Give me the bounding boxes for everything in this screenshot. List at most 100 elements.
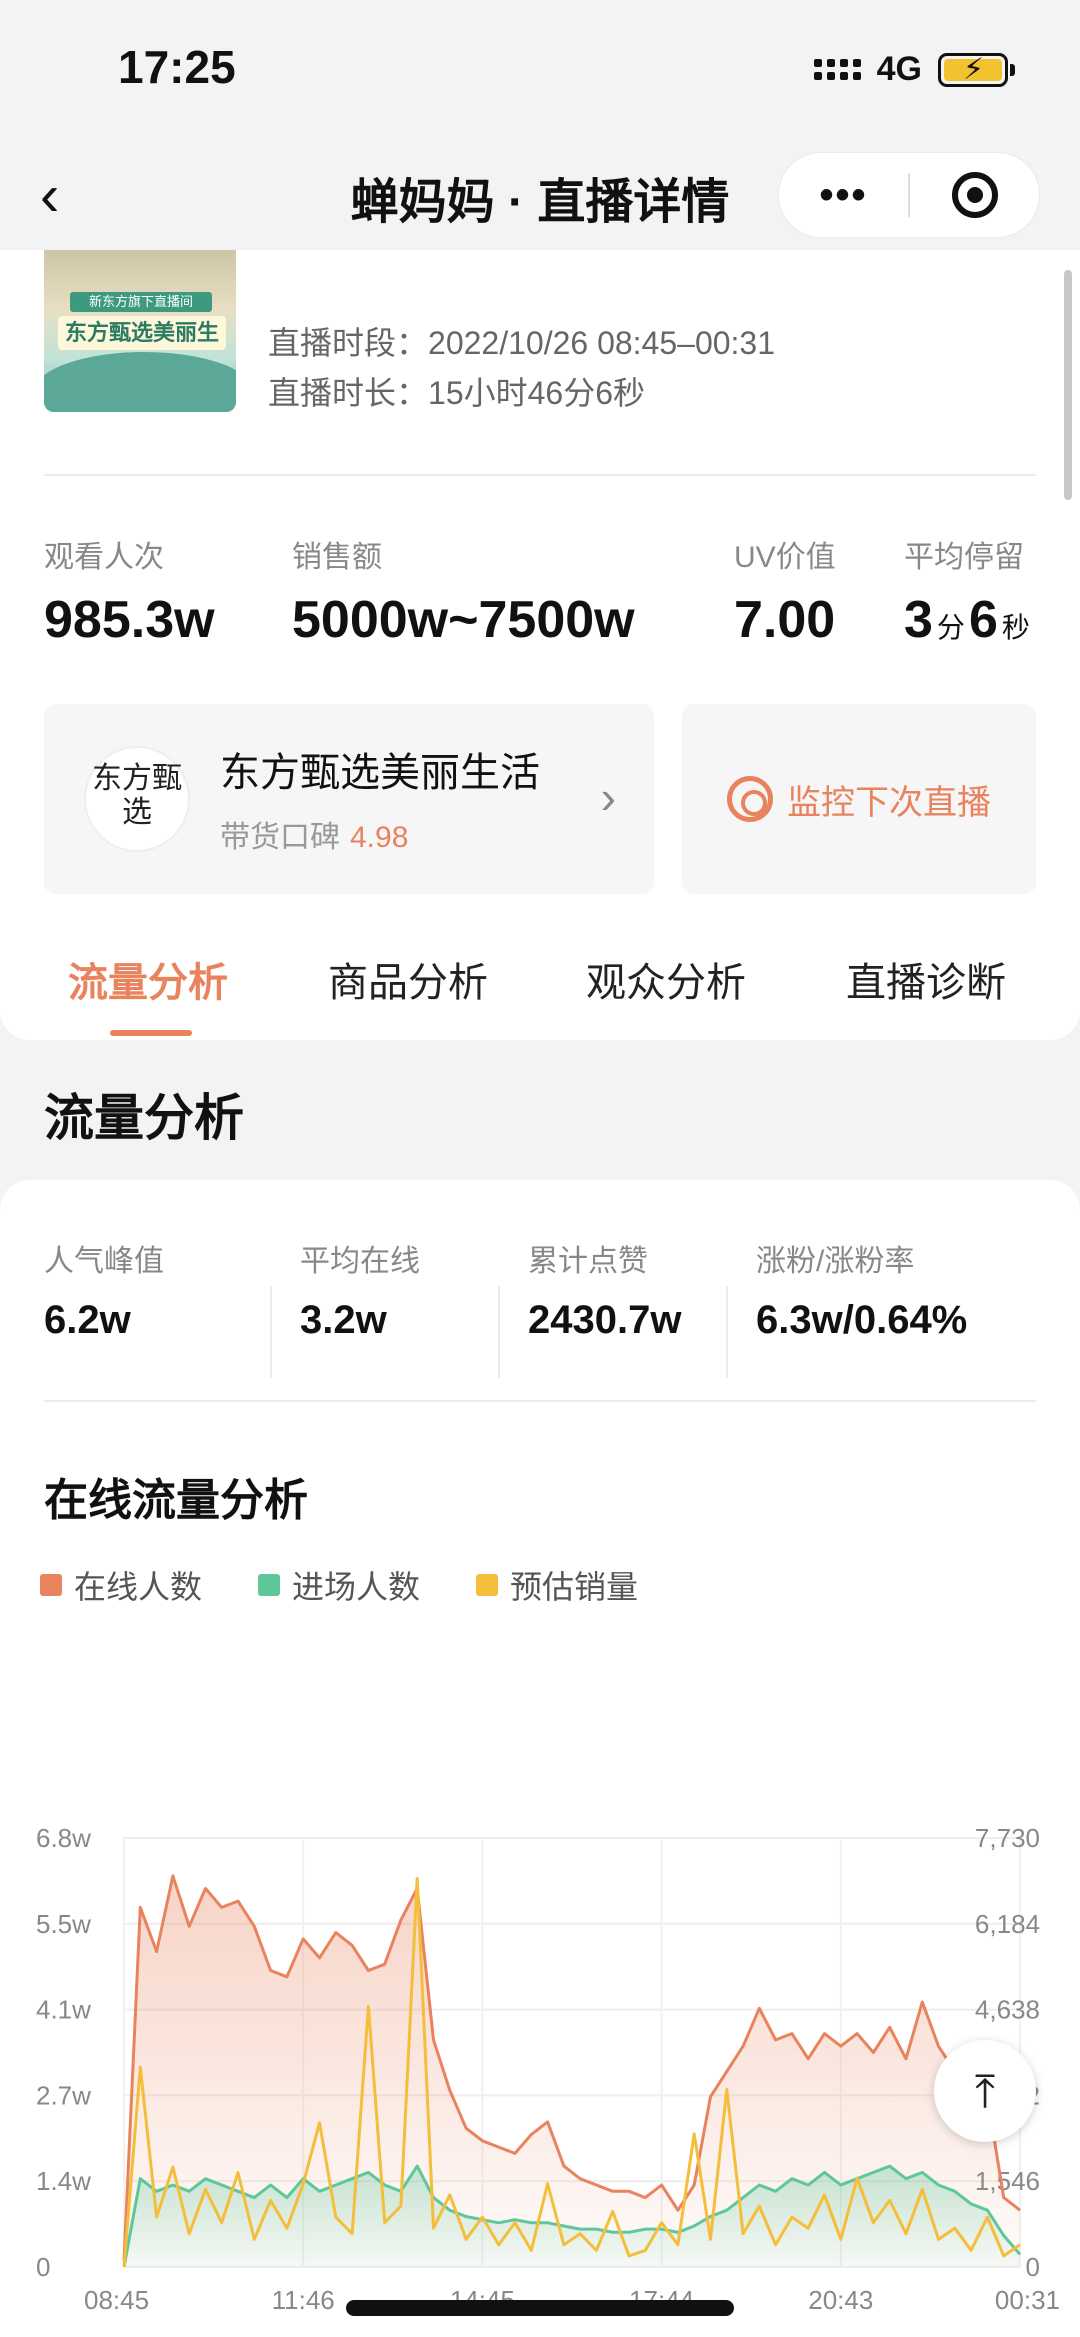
- traffic-kpis: 人气峰值 6.2w 平均在线 3.2w 累计点赞 2430.7w 涨粉/涨粉率 …: [0, 1236, 1080, 1378]
- y-tick-left: 5.5w: [36, 1909, 91, 1939]
- x-tick: 00:31: [995, 2285, 1060, 2315]
- kpi-value: 3.2w: [300, 1298, 387, 1342]
- kpi-likes: 累计点赞 2430.7w: [528, 1236, 681, 1346]
- shop-rating: 带货口碑 4.98: [220, 812, 408, 856]
- shop-card[interactable]: 东方甄选 东方甄选美丽生活 带货口碑 4.98 ›: [44, 704, 654, 894]
- tab-diagnosis[interactable]: 直播诊断: [846, 950, 1006, 1008]
- traffic-chart[interactable]: 01.4w2.7w4.1w5.5w6.8w 01,5463,0924,6386,…: [0, 1620, 1080, 2337]
- y-axis-left: 0 1.4w 2.7w 4.1w 5.5w 6.8w: [36, 1823, 91, 2282]
- legend-sales[interactable]: 预估销量: [476, 1562, 638, 1608]
- scrollbar[interactable]: [1064, 270, 1072, 500]
- more-options-icon[interactable]: •••: [779, 173, 908, 218]
- stat-label: 平均停留: [904, 541, 1024, 574]
- chevron-right-icon: ›: [600, 771, 616, 823]
- kpi-label: 人气峰值: [44, 1245, 164, 1278]
- stat-avg-stay: 平均停留 3 分6 秒: [904, 532, 1034, 650]
- stat-label: 观看人次: [44, 541, 164, 574]
- live-duration: 直播时长：15小时46分6秒: [268, 368, 645, 414]
- stat-value: 985.3w: [44, 591, 215, 649]
- shop-rating-label: 带货口碑: [220, 821, 340, 854]
- tab-audience[interactable]: 观众分析: [586, 950, 746, 1008]
- stat-views: 观看人次 985.3w: [44, 532, 215, 650]
- stat-value: 5000w~7500w: [292, 591, 635, 649]
- kpi-divider: [270, 1286, 272, 1378]
- x-tick: 11:46: [272, 2285, 335, 2315]
- kpi-peak: 人气峰值 6.2w: [44, 1236, 164, 1346]
- stat-uv: UV价值 7.00: [734, 532, 836, 650]
- live-stats: 观看人次 985.3w 销售额 5000w~7500w UV价值 7.00 平均…: [0, 532, 1080, 652]
- monitor-label: 监控下次直播: [787, 783, 991, 822]
- live-cover-image: 新东方旗下直播间 东方甄选美丽生活: [44, 250, 236, 412]
- legend-swatch: [40, 1574, 62, 1596]
- battery-icon: ⚡: [938, 52, 1015, 87]
- legend-label: 进场人数: [292, 1569, 421, 1605]
- x-tick: 20:43: [808, 2285, 873, 2315]
- y-tick-right: 7,730: [975, 1823, 1040, 1853]
- stat-value: 3 分6 秒: [904, 591, 1030, 649]
- cover-decoration: [44, 352, 236, 412]
- live-period-value: 2022/10/26 08:45–00:31: [428, 325, 776, 361]
- stat-value: 7.00: [734, 591, 836, 649]
- legend-label: 在线人数: [74, 1569, 203, 1605]
- close-miniprogram-button[interactable]: [910, 172, 1039, 218]
- y-tick-right: 0: [1026, 2252, 1040, 2282]
- stat-label: UV价值: [734, 541, 836, 574]
- status-indicators: 4G ⚡: [813, 50, 1015, 89]
- nav-bar: ‹ 蝉妈妈 · 直播详情 •••: [0, 140, 1080, 250]
- legend-online[interactable]: 在线人数: [40, 1562, 202, 1608]
- kpi-label: 平均在线: [300, 1245, 420, 1278]
- back-to-top-button[interactable]: ⤒: [934, 2040, 1036, 2142]
- home-indicator: [346, 2300, 734, 2316]
- network-type: 4G: [876, 50, 922, 88]
- target-icon: [727, 776, 773, 822]
- monitor-next-live-button[interactable]: 监控下次直播: [682, 704, 1036, 894]
- chart-plot: [122, 1874, 1022, 2268]
- legend-swatch: [258, 1574, 281, 1596]
- kpi-label: 涨粉/涨粉率: [756, 1245, 915, 1278]
- target-icon: [951, 172, 998, 218]
- cover-title: 东方甄选美丽生活: [58, 316, 226, 379]
- shop-logo: 东方甄选: [84, 746, 190, 852]
- signal-icon: [813, 59, 861, 80]
- cover-subtitle: 新东方旗下直播间: [70, 292, 212, 312]
- tab-products[interactable]: 商品分析: [328, 950, 488, 1008]
- shop-rating-value: 4.98: [350, 821, 409, 854]
- legend-swatch: [476, 1574, 499, 1596]
- live-duration-value: 15小时46分6秒: [428, 375, 646, 411]
- live-summary-card: 新东方旗下直播间 东方甄选美丽生活 直播时段：2022/10/26 08:45–…: [0, 250, 1080, 1040]
- traffic-card: 人气峰值 6.2w 平均在线 3.2w 累计点赞 2430.7w 涨粉/涨粉率 …: [0, 1180, 1080, 2337]
- status-time: 17:25: [118, 41, 236, 93]
- analysis-tabs: 流量分析 商品分析 观众分析 直播诊断: [0, 922, 1080, 1040]
- live-duration-label: 直播时长：: [268, 375, 429, 411]
- chart-legend: 在线人数 进场人数 预估销量: [40, 1562, 638, 1608]
- tab-traffic[interactable]: 流量分析: [68, 950, 228, 1008]
- chart-title: 在线流量分析: [44, 1476, 308, 1525]
- y-tick-right: 6,184: [975, 1909, 1040, 1939]
- active-tab-indicator: [110, 1030, 192, 1036]
- divider: [44, 1400, 1036, 1402]
- legend-label: 预估销量: [510, 1569, 639, 1605]
- divider: [44, 474, 1036, 476]
- kpi-divider: [726, 1286, 728, 1378]
- status-bar: 17:25 4G ⚡: [0, 0, 1080, 140]
- stat-label: 销售额: [292, 541, 382, 574]
- legend-entry[interactable]: 进场人数: [258, 1562, 420, 1608]
- y-tick-left: 0: [36, 2252, 50, 2282]
- arrow-up-to-line-icon: ⤒: [974, 2065, 996, 2117]
- live-period: 直播时段：2022/10/26 08:45–00:31: [268, 318, 775, 364]
- kpi-label: 累计点赞: [528, 1245, 648, 1278]
- kpi-divider: [498, 1286, 500, 1378]
- y-tick-right: 4,638: [975, 1995, 1040, 2025]
- stat-sales: 销售额 5000w~7500w: [292, 532, 635, 650]
- x-tick: 08:45: [84, 2285, 149, 2315]
- shop-name: 东方甄选美丽生活: [220, 751, 540, 795]
- live-period-label: 直播时段：: [268, 325, 429, 361]
- kpi-avg-online: 平均在线 3.2w: [300, 1236, 420, 1346]
- miniprogram-capsule: •••: [778, 152, 1040, 238]
- y-tick-left: 1.4w: [36, 2166, 91, 2196]
- y-tick-left: 2.7w: [36, 2080, 91, 2110]
- section-title: 流量分析: [44, 1090, 244, 1146]
- kpi-value: 6.2w: [44, 1298, 131, 1342]
- y-tick-left: 4.1w: [36, 1995, 91, 2025]
- kpi-value: 6.3w/0.64%: [756, 1298, 968, 1342]
